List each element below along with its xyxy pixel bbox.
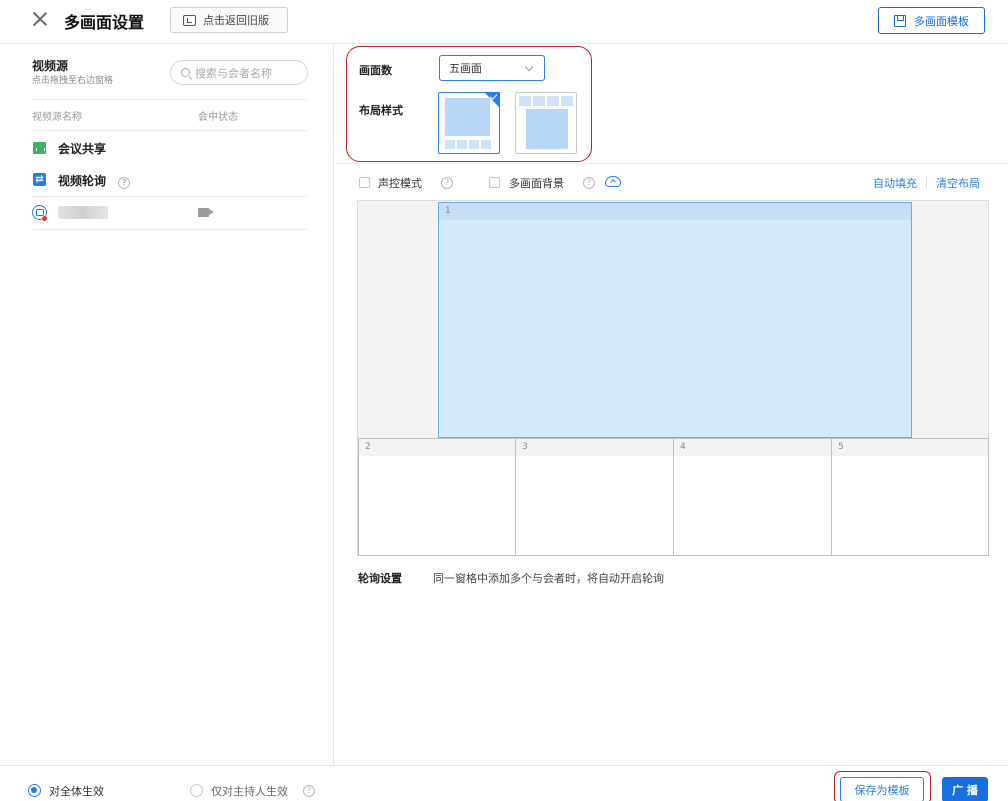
pane-header [439,203,911,220]
search-placeholder: 搜索与会者名称 [195,66,272,80]
layout-config-section: 画面数 五画面 布局样式 [346,46,592,162]
screen-share-icon [33,142,46,154]
layout-preview-cell [547,96,559,106]
layout-style-label: 布局样式 [359,104,403,117]
layout-preview-cell [481,140,491,149]
background-label: 多画面背景 [509,177,564,190]
layout-preview-main [526,109,568,149]
screen-count-value: 五画面 [449,62,482,75]
return-old-version-button[interactable]: 点击返回旧版 [170,7,288,33]
divider [335,163,1008,164]
scope-host-label: 仅对主持人生效 [211,785,288,798]
scope-all-label: 对全体生效 [49,785,104,798]
pane-5[interactable]: 5 [831,438,989,556]
template-icon [894,14,906,27]
column-header-status: 会中状态 [198,112,238,123]
layout-option-2-4-small-big[interactable] [515,92,577,154]
pane-3[interactable]: 3 [515,438,674,556]
pane-1[interactable]: 1 [438,202,912,438]
layout-preview-cell [445,140,455,149]
pane-4[interactable]: 4 [673,438,832,556]
scope-host-radio[interactable] [190,784,203,797]
rotate-icon: ⇄ [33,173,46,186]
close-icon[interactable] [32,11,48,27]
search-icon [181,68,190,77]
pane-header [832,439,988,456]
layout-canvas: 1 2 3 4 5 [357,200,989,556]
source-item-meeting-share[interactable]: 会议共享 [58,140,106,157]
return-old-version-label: 点击返回旧版 [203,14,269,27]
divider [32,229,308,230]
pane-number: 3 [522,442,528,452]
polling-settings-label: 轮询设置 [358,572,402,585]
layout-preview-cell [561,96,573,106]
divider [0,765,1008,766]
participant-avatar-icon [32,205,47,221]
broadcast-button[interactable]: 广 播 [942,777,988,801]
camera-icon [198,208,209,217]
pane-2[interactable]: 2 [358,438,516,556]
video-source-title: 视频源 [32,59,69,73]
column-header-name: 视频源名称 [32,112,82,123]
video-source-panel: 视频源 点击拖拽至右边窗格 搜索与会者名称 视频源名称 会中状态 会议共享 ⇄ … [0,45,334,765]
divider [926,176,927,188]
multi-screen-template-button[interactable]: 多画面模板 [878,7,985,34]
divider [32,99,308,100]
layout-preview-cell [457,140,467,149]
scope-all-radio[interactable] [28,784,41,797]
pane-number: 1 [445,206,451,216]
page-title: 多画面设置 [64,13,145,32]
help-icon[interactable]: ? [303,785,315,797]
pane-header [516,439,673,456]
layout-preview-cell [469,140,479,149]
screen-count-label: 画面数 [359,64,392,77]
template-button-label: 多画面模板 [914,14,969,28]
video-source-hint: 点击拖拽至右边窗格 [32,76,114,86]
header: 多画面设置 点击返回旧版 多画面模板 [0,0,1008,44]
auto-fill-link[interactable]: 自动填充 [873,175,917,191]
help-icon[interactable]: ? [583,177,595,189]
background-checkbox[interactable] [489,177,500,188]
voice-mode-checkbox[interactable] [359,177,370,188]
help-icon[interactable]: ? [441,177,453,189]
video-polling-label: 视频轮询 [58,174,107,188]
help-icon[interactable]: ? [118,177,131,189]
layout-preview-cell [519,96,531,106]
search-input[interactable]: 搜索与会者名称 [170,60,308,85]
cloud-upload-icon[interactable] [605,176,621,187]
clear-layout-link[interactable]: 清空布局 [936,175,980,191]
pane-header [359,439,515,456]
layout-preview-cell [533,96,545,106]
source-item-video-polling[interactable]: 视频轮询 ? [58,172,131,189]
monitor-return-icon [183,14,196,26]
chevron-down-icon [524,62,534,72]
divider [32,196,308,197]
pane-header [674,439,831,456]
polling-settings-description: 同一窗格中添加多个与会者时，将自动开启轮询 [433,572,664,585]
participant-name-blurred[interactable] [58,206,108,219]
save-as-template-button[interactable]: 保存为模板 [840,777,924,801]
voice-mode-label: 声控模式 [378,177,422,190]
pane-number: 5 [838,442,844,452]
divider [32,130,308,131]
pane-number: 4 [680,442,686,452]
layout-option-1-big-4-small[interactable] [438,92,500,154]
screen-count-select[interactable]: 五画面 [439,55,545,81]
pane-number: 2 [365,442,371,452]
